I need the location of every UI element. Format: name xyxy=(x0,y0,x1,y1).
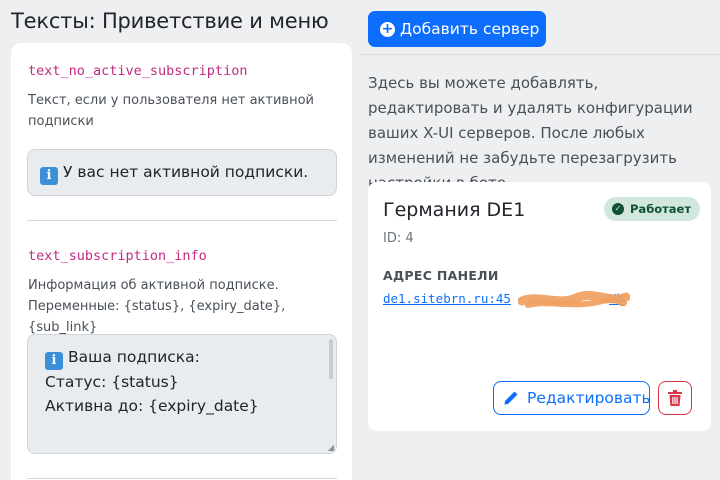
text-value-subscription-info[interactable]: i Ваша подписка: Статус: {status} Активна… xyxy=(27,334,337,454)
server-name: Германия DE1 xyxy=(383,199,526,221)
delete-server-button[interactable] xyxy=(658,381,692,415)
pencil-icon xyxy=(504,391,518,405)
server-card: Германия DE1 ✓ Работает ID: 4 АДРЕС ПАНЕ… xyxy=(368,182,711,431)
information-icon: i xyxy=(45,352,63,370)
servers-panel: + Добавить сервер Здесь вы можете добавл… xyxy=(360,0,720,480)
panel-address-label: АДРЕС ПАНЕЛИ xyxy=(383,268,499,283)
header-divider xyxy=(360,54,720,55)
field-description-no-active-subscription: Текст, если у пользователя нет активной … xyxy=(28,93,314,129)
trash-icon xyxy=(668,390,682,406)
textarea-scrollbar[interactable] xyxy=(329,339,333,379)
panel-address-link[interactable]: de1.sitebrn.ru:45 Kb xyxy=(383,291,624,306)
server-id: ID: 4 xyxy=(383,231,414,246)
field-description-subscription-info: Информация об активной подписке. Перемен… xyxy=(28,278,286,335)
field-key-no-active-subscription: text_no_active_subscription xyxy=(28,63,248,79)
plus-circle-icon: + xyxy=(380,20,395,37)
information-icon: i xyxy=(40,167,58,185)
add-server-button[interactable]: + Добавить сервер xyxy=(368,11,546,47)
check-circle-icon: ✓ xyxy=(612,203,624,215)
servers-intro-text: Здесь вы можете добавлять, редактировать… xyxy=(368,74,693,192)
field-divider xyxy=(27,220,337,221)
texts-card: text_no_active_subscription Текст, если … xyxy=(11,43,352,480)
section-title: Тексты: Приветствие и меню xyxy=(11,9,329,33)
edit-server-button[interactable]: Редактировать xyxy=(493,381,651,415)
field-divider xyxy=(27,478,337,479)
resize-handle-icon[interactable]: ◢ xyxy=(328,443,334,452)
field-key-subscription-info: text_subscription_info xyxy=(28,248,207,264)
text-value-no-active-subscription[interactable]: iУ вас нет активной подписки. xyxy=(27,149,337,196)
status-badge: ✓ Работает xyxy=(604,197,701,221)
texts-panel: Тексты: Приветствие и меню text_no_activ… xyxy=(0,0,360,480)
